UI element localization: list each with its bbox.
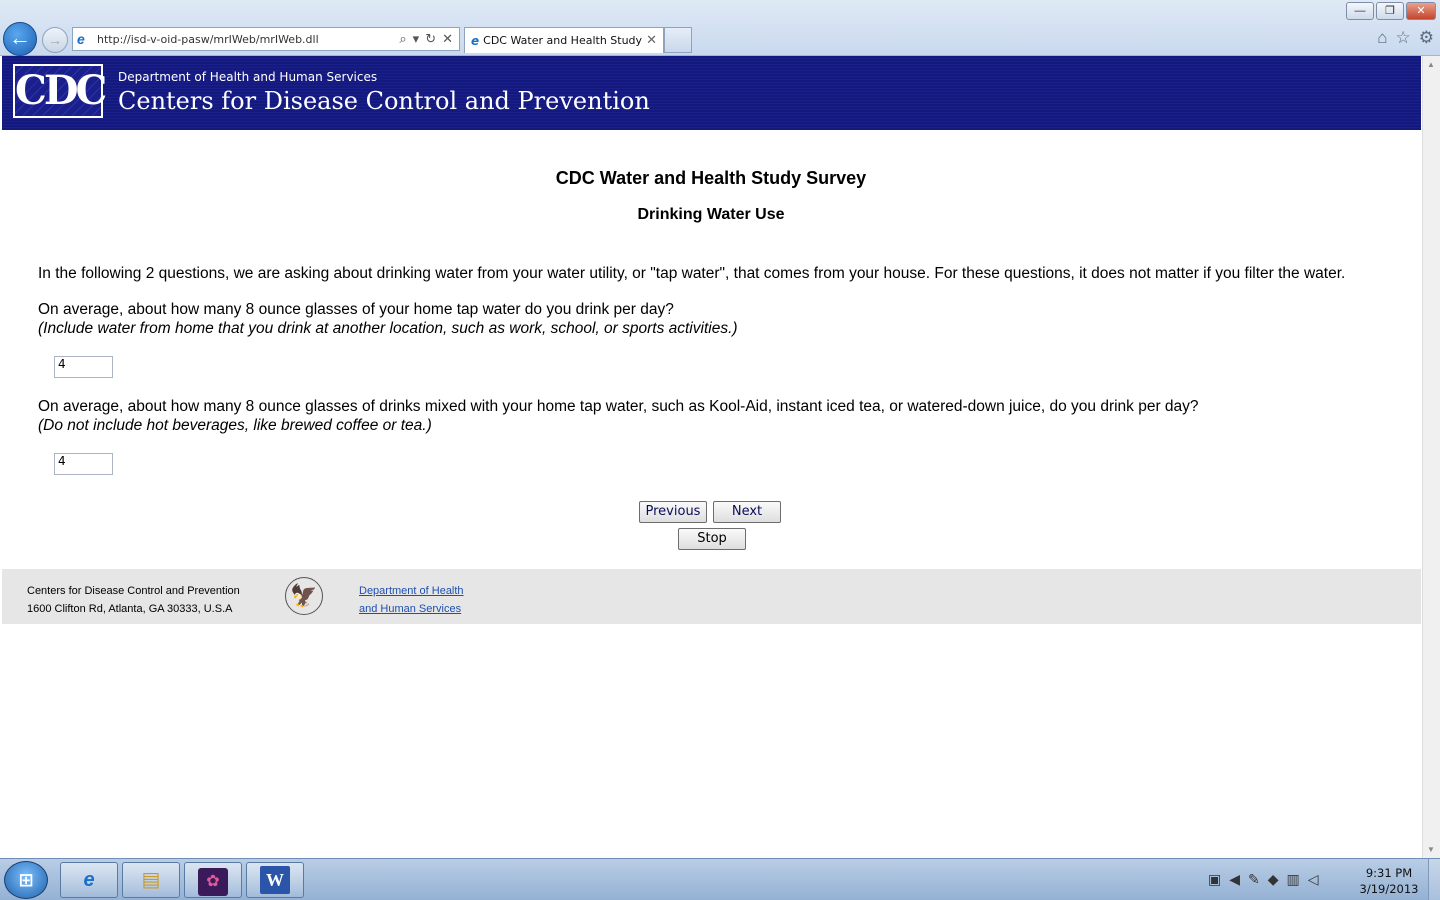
back-button[interactable]: ←	[3, 22, 37, 56]
taskbar-clock[interactable]: 9:31 PM 3/19/2013	[1356, 865, 1422, 897]
banner-dept: Department of Health and Human Services	[118, 70, 378, 84]
question-note: (Do not include hot beverages, like brew…	[38, 417, 432, 434]
vertical-scrollbar[interactable]: ▲ ▼	[1422, 56, 1440, 858]
taskbar: ⊞ e ▤ ✿ W ▣ ◀ ✎ ◆ ▥ ◁ 9:31 PM 3/19/2013	[0, 858, 1440, 900]
scroll-down-icon[interactable]: ▼	[1427, 845, 1435, 854]
browser-chrome: — ❐ ✕ ← → e http://isd-v-oid-pasw/mrIWeb…	[0, 0, 1440, 56]
clock-date: 3/19/2013	[1359, 882, 1419, 896]
security-icon[interactable]: ◆	[1268, 871, 1279, 888]
hhs-link-line1[interactable]: Department of Health	[359, 582, 464, 600]
search-icon[interactable]: ⌕	[399, 31, 406, 47]
media-icon: ✿	[198, 868, 228, 896]
footer-address: Centers for Disease Control and Preventi…	[27, 582, 240, 618]
minimize-button[interactable]: —	[1346, 2, 1374, 20]
hhs-link[interactable]: Department of Health and Human Services	[359, 582, 464, 618]
clock-time: 9:31 PM	[1365, 866, 1413, 880]
network-icon[interactable]: ▥	[1287, 871, 1300, 888]
address-tools: ⌕ ▾ ↻ ✕	[399, 31, 459, 47]
cdc-banner: CDC Department of Health and Human Servi…	[2, 56, 1421, 130]
dropdown-icon[interactable]: ▾	[413, 31, 420, 47]
question-note: (Include water from home that you drink …	[38, 320, 738, 337]
taskbar-ie[interactable]: e	[60, 862, 118, 898]
refresh-icon[interactable]: ↻	[425, 31, 436, 47]
footer-org-name: Centers for Disease Control and Preventi…	[27, 585, 240, 597]
next-button[interactable]: Next	[713, 501, 781, 523]
question-text: On average, about how many 8 ounce glass…	[38, 301, 674, 318]
ie-tab-icon: e	[471, 33, 480, 48]
network-manager-icon[interactable]: ▣	[1208, 871, 1221, 888]
gear-icon[interactable]: ⚙	[1419, 28, 1434, 48]
system-tray: ▣ ◀ ✎ ◆ ▥ ◁	[1208, 871, 1319, 888]
hhs-link-line2[interactable]: and Human Services	[359, 600, 464, 618]
taskbar-explorer[interactable]: ▤	[122, 862, 180, 898]
tab-close-icon[interactable]: ✕	[646, 33, 657, 48]
stop-button[interactable]: Stop	[678, 528, 746, 550]
stop-icon[interactable]: ✕	[442, 31, 453, 47]
address-bar[interactable]: e http://isd-v-oid-pasw/mrIWeb/mrIWeb.dl…	[72, 27, 460, 51]
new-tab-button[interactable]	[664, 27, 692, 53]
browser-tools: ⌂ ☆ ⚙	[1377, 28, 1434, 48]
survey-title: CDC Water and Health Study Survey	[555, 168, 867, 188]
section-title: Drinking Water Use	[637, 206, 785, 223]
hhs-eagle-icon: 🦅	[285, 577, 323, 615]
window-controls: — ❐ ✕	[1346, 2, 1436, 20]
star-icon[interactable]: ☆	[1396, 28, 1411, 48]
answer-2-input[interactable]: 4	[54, 453, 113, 475]
page-viewport: CDC Department of Health and Human Servi…	[0, 56, 1440, 858]
speaker-alert-icon[interactable]: ◀	[1229, 871, 1240, 888]
taskbar-media-player[interactable]: ✿	[184, 862, 242, 898]
show-desktop-button[interactable]	[1428, 859, 1440, 900]
previous-button[interactable]: Previous	[639, 501, 707, 523]
word-icon: W	[260, 866, 290, 894]
scroll-up-icon[interactable]: ▲	[1427, 60, 1435, 69]
answer-1-input[interactable]: 4	[54, 356, 113, 378]
intro-text: In the following 2 questions, we are ask…	[38, 265, 1346, 282]
banner-org-name: Centers for Disease Control and Preventi…	[118, 87, 650, 115]
footer-street: 1600 Clifton Rd, Atlanta, GA 30333, U.S.…	[27, 603, 233, 615]
forward-button[interactable]: →	[42, 27, 68, 53]
tab-title: CDC Water and Health Study	[483, 34, 643, 47]
taskbar-word[interactable]: W	[246, 862, 304, 898]
address-url[interactable]: http://isd-v-oid-pasw/mrIWeb/mrIWeb.dll	[97, 33, 399, 46]
ie-page-icon: e	[77, 31, 85, 47]
close-button[interactable]: ✕	[1406, 2, 1436, 20]
cdc-logo[interactable]: CDC	[13, 64, 107, 118]
home-icon[interactable]: ⌂	[1377, 28, 1387, 48]
restore-button[interactable]: ❐	[1376, 2, 1404, 20]
page-footer: Centers for Disease Control and Preventi…	[2, 569, 1421, 624]
tools-icon[interactable]: ✎	[1248, 871, 1260, 888]
volume-icon[interactable]: ◁	[1308, 871, 1319, 888]
question-2: On average, about how many 8 ounce glass…	[38, 398, 1199, 435]
tab-active[interactable]: e CDC Water and Health Study ✕	[464, 27, 664, 53]
start-button[interactable]: ⊞	[4, 861, 48, 899]
question-1: On average, about how many 8 ounce glass…	[38, 301, 738, 338]
question-text: On average, about how many 8 ounce glass…	[38, 398, 1199, 415]
